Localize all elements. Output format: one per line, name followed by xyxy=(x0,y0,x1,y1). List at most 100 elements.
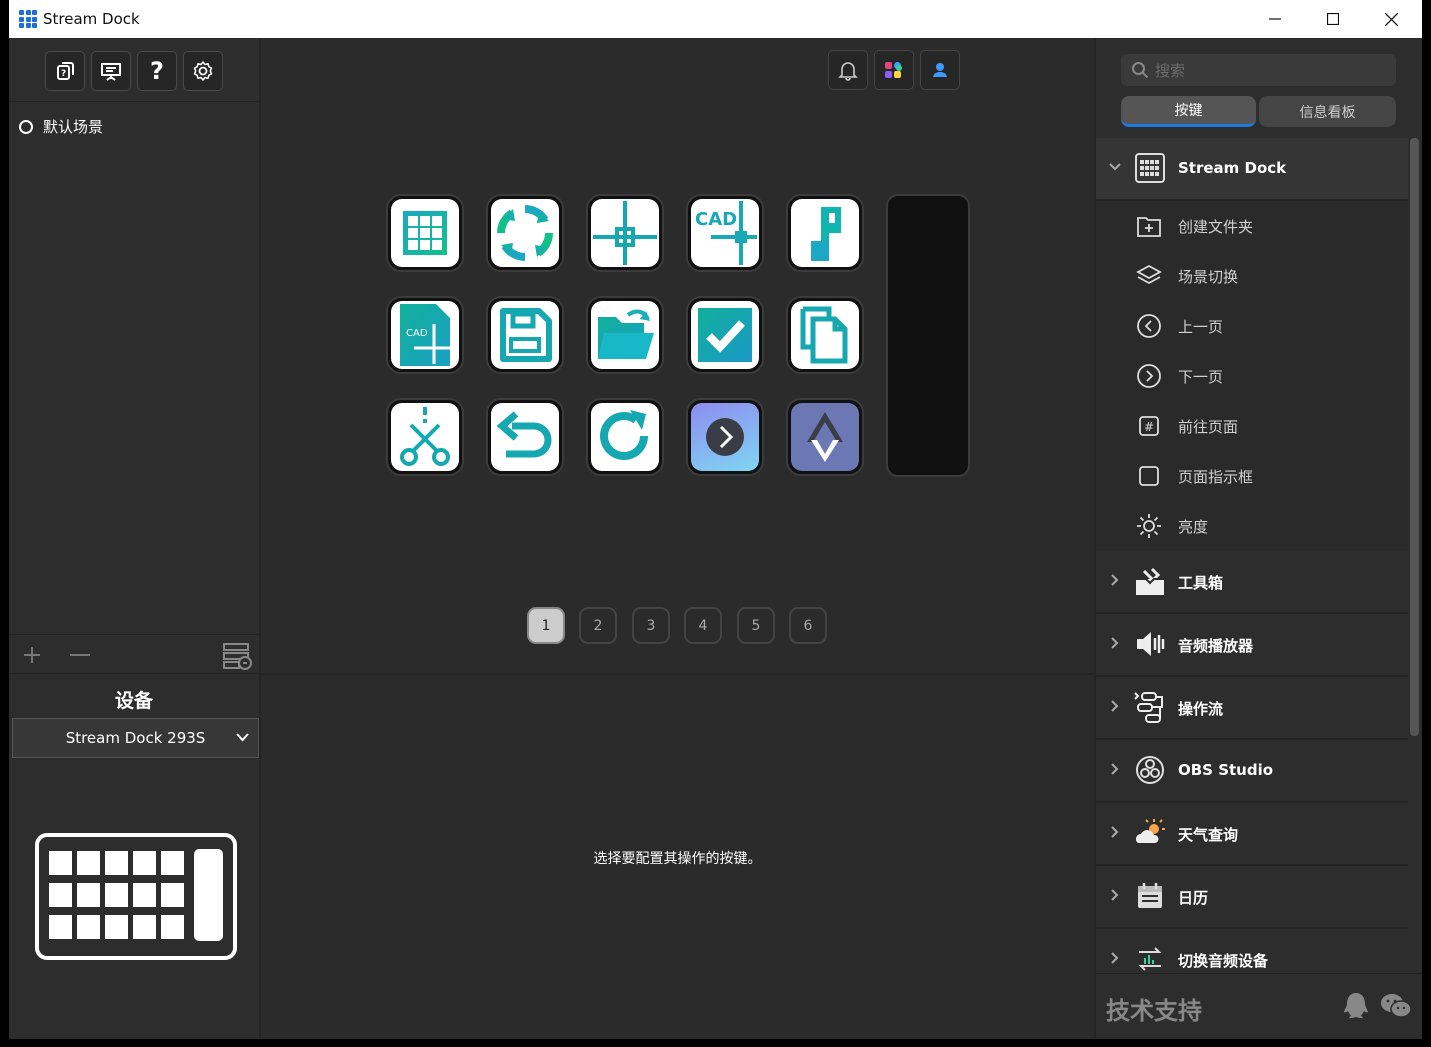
key-1[interactable] xyxy=(386,194,464,272)
key-7[interactable] xyxy=(486,296,564,374)
category-label: Stream Dock xyxy=(1178,159,1287,177)
chevron-down-icon xyxy=(236,733,249,742)
category-switch-audio-device[interactable]: 切换音频设备 xyxy=(1096,929,1408,974)
touch-strip[interactable] xyxy=(886,194,970,477)
left-panel: ? ? 默认场景 设备 Stream Dock 293S xyxy=(9,38,261,1039)
key-9[interactable] xyxy=(686,296,764,374)
layers-icon xyxy=(1136,263,1162,289)
action-scene-switch[interactable]: 场景切换 xyxy=(1096,251,1408,301)
presentation-button[interactable] xyxy=(91,51,131,91)
key-4[interactable]: CAD xyxy=(686,194,764,272)
action-go-to-page[interactable]: # 前往页面 xyxy=(1096,401,1408,451)
square-icon xyxy=(1136,463,1162,489)
device-select-value: Stream Dock 293S xyxy=(65,729,206,747)
refresh-ring-icon xyxy=(497,205,553,261)
category-scrollbar[interactable] xyxy=(1410,138,1419,736)
plugin-store-button[interactable]: ? xyxy=(45,51,85,91)
stream-dock-actions: 创建文件夹 场景切换 上一页 下一页 # 前往页面 页面指示框 亮度 xyxy=(1096,201,1408,551)
scene-item-default[interactable]: 默认场景 xyxy=(19,116,103,137)
svg-text:CAD: CAD xyxy=(695,209,737,230)
open-folder-icon xyxy=(598,309,654,359)
tech-support-bar: 技术支持 xyxy=(1096,973,1422,1039)
search-placeholder: 搜索 xyxy=(1155,61,1186,80)
user-account-button[interactable] xyxy=(920,50,960,90)
calendar-icon xyxy=(1134,880,1166,912)
scene-config-icon[interactable] xyxy=(223,642,253,670)
scene-radio-icon[interactable] xyxy=(19,119,33,134)
help-icon: ? xyxy=(150,57,164,85)
category-workflow[interactable]: 操作流 xyxy=(1096,677,1408,740)
qq-icon[interactable] xyxy=(1341,991,1371,1021)
category-toolbox[interactable]: 工具箱 xyxy=(1096,551,1408,614)
help-button[interactable]: ? xyxy=(137,51,177,91)
chevron-right-icon xyxy=(1111,889,1119,901)
close-button[interactable] xyxy=(1362,0,1420,38)
remove-scene-icon[interactable] xyxy=(70,646,90,664)
minimize-button[interactable] xyxy=(1246,0,1304,38)
key-2[interactable] xyxy=(486,194,564,272)
flag-icon xyxy=(811,207,841,261)
action-brightness[interactable]: 亮度 xyxy=(1096,501,1408,551)
plugins-button[interactable] xyxy=(874,50,914,90)
app-logo-icon xyxy=(19,10,37,28)
action-category-list: Stream Dock 创建文件夹 场景切换 上一页 下一页 # 前往页面 页面… xyxy=(1096,138,1408,974)
category-audio-player[interactable]: 音频播放器 xyxy=(1096,614,1408,677)
key-8[interactable] xyxy=(586,296,664,374)
chevron-right-icon xyxy=(1111,763,1119,775)
config-hint: 选择要配置其操作的按键。 xyxy=(593,851,762,867)
page-button-3[interactable]: 3 xyxy=(632,607,670,644)
notifications-button[interactable] xyxy=(828,50,868,90)
tab-info-board[interactable]: 信息看板 xyxy=(1259,96,1396,127)
crosshair-icon xyxy=(593,201,657,265)
obs-icon xyxy=(1134,754,1166,786)
key-12[interactable] xyxy=(486,398,564,476)
gear-icon xyxy=(193,61,213,81)
key-3[interactable] xyxy=(586,194,664,272)
key-15[interactable] xyxy=(786,398,864,476)
sun-icon xyxy=(1136,513,1162,539)
tab-keys[interactable]: 按键 xyxy=(1121,96,1256,127)
plugin-store-icon: ? xyxy=(57,62,74,80)
category-obs-studio[interactable]: OBS Studio xyxy=(1096,740,1408,803)
tech-support-label: 技术支持 xyxy=(1106,997,1202,1025)
settings-button[interactable] xyxy=(183,51,223,91)
cad-crosshair-icon: CAD xyxy=(695,201,757,265)
wechat-icon[interactable] xyxy=(1380,992,1412,1020)
speaker-icon xyxy=(1134,628,1166,660)
presentation-icon xyxy=(101,63,121,81)
keypad-icon xyxy=(1134,152,1166,184)
chevron-right-icon xyxy=(1111,826,1119,838)
category-calendar[interactable]: 日历 xyxy=(1096,866,1408,929)
app-window: Stream Dock ? ? 默认场景 设备 Stream Dock 293S… xyxy=(9,0,1422,1039)
action-create-folder[interactable]: 创建文件夹 xyxy=(1096,201,1408,251)
device-select[interactable]: Stream Dock 293S xyxy=(12,718,259,758)
add-scene-icon[interactable] xyxy=(23,646,41,664)
search-icon xyxy=(1132,62,1149,79)
key-5[interactable] xyxy=(786,194,864,272)
hash-icon: # xyxy=(1136,413,1162,439)
action-prev-page[interactable]: 上一页 xyxy=(1096,301,1408,351)
page-button-5[interactable]: 5 xyxy=(737,607,775,644)
page-button-1[interactable]: 1 xyxy=(527,607,565,644)
window-title: Stream Dock xyxy=(43,10,140,28)
key-11[interactable] xyxy=(386,398,464,476)
svg-text:?: ? xyxy=(61,69,66,79)
action-page-indicator[interactable]: 页面指示框 xyxy=(1096,451,1408,501)
save-icon xyxy=(500,308,552,362)
key-14[interactable] xyxy=(686,398,764,476)
key-6[interactable]: CAD xyxy=(386,296,464,374)
actions-panel: 搜索 按键 信息看板 Stream Dock 创建文件夹 场景切换 上一页 下一… xyxy=(1094,38,1422,1039)
scene-label: 默认场景 xyxy=(43,118,104,136)
maximize-button[interactable] xyxy=(1304,0,1362,38)
key-10[interactable] xyxy=(786,296,864,374)
action-next-page[interactable]: 下一页 xyxy=(1096,351,1408,401)
key-13[interactable] xyxy=(586,398,664,476)
workflow-icon xyxy=(1134,691,1166,723)
category-weather[interactable]: 天气查询 xyxy=(1096,803,1408,866)
category-stream-dock[interactable]: Stream Dock xyxy=(1096,138,1408,201)
page-button-6[interactable]: 6 xyxy=(789,607,827,644)
page-button-4[interactable]: 4 xyxy=(684,607,722,644)
device-keypad-icon xyxy=(49,849,223,941)
search-input[interactable]: 搜索 xyxy=(1121,54,1396,86)
page-button-2[interactable]: 2 xyxy=(579,607,617,644)
